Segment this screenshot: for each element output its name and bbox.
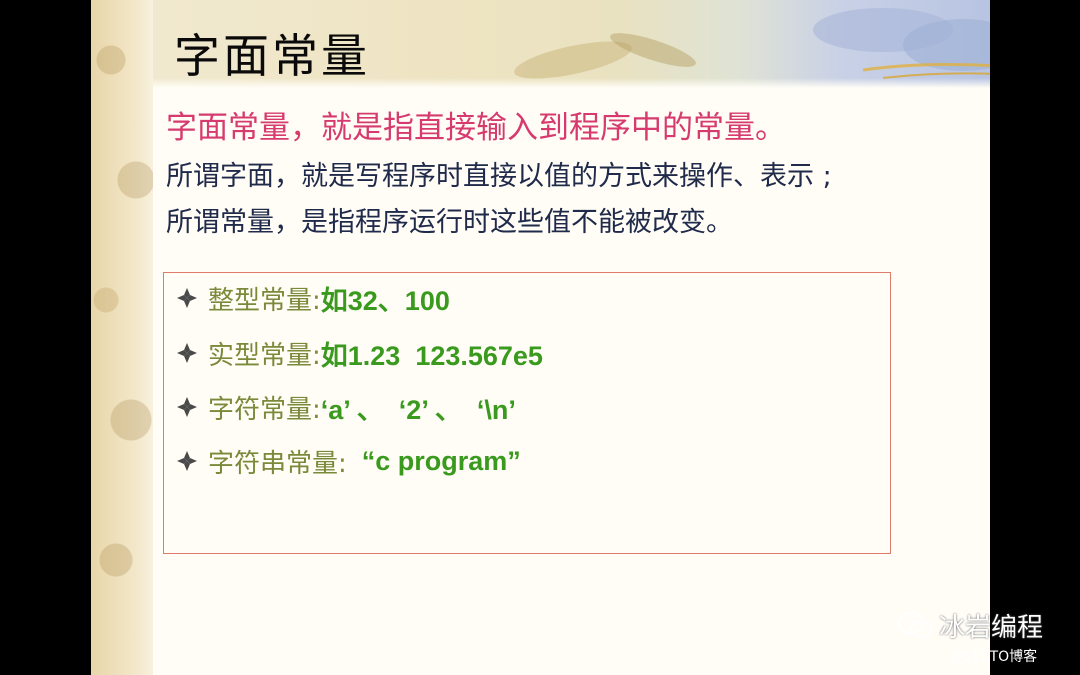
item-label: 字符串常量: xyxy=(208,448,347,479)
leaf-decoration-icon xyxy=(514,8,990,79)
watermark-credit: @51CTO博客 xyxy=(948,649,1038,665)
watermark-brand: 冰岩编程 xyxy=(939,613,1044,643)
diamond-bullet-icon xyxy=(177,397,197,417)
watermark: 冰岩编程 xyxy=(897,607,1043,644)
intro-line-literal: 所谓字面，就是写程序时直接以值的方式来操作、表示 ; xyxy=(166,161,832,192)
diamond-bullet-icon xyxy=(177,288,197,308)
intro-line-constant: 所谓常量，是指程序运行时这些值不能被改变。 xyxy=(166,207,733,238)
item-value: 如32、100 xyxy=(320,285,450,316)
slide-title: 字面常量 xyxy=(174,29,370,83)
list-item-real: 实型常量: 如1.23 123.567e5 xyxy=(176,333,543,373)
examples-box: 整型常量: 如32、100 实型常量: 如1.23 123.567e5 字符常量… xyxy=(163,272,891,554)
list-item-string: 字符串常量: “c program” xyxy=(176,441,521,481)
item-label: 字符常量: xyxy=(208,394,321,425)
list-item-integer: 整型常量: 如32、100 xyxy=(176,278,450,318)
wechat-icon xyxy=(898,611,932,638)
parchment-border xyxy=(91,0,153,675)
slide: 字面常量 字面常量，就是指直接输入到程序中的常量。 所谓字面，就是写程序时直接以… xyxy=(91,0,990,675)
item-value: ‘a’ 、 ‘2’ 、 ‘\n’ xyxy=(320,394,516,425)
item-label: 整型常量: xyxy=(208,285,321,316)
diamond-bullet-icon xyxy=(177,451,197,471)
intro-definition: 字面常量，就是指直接输入到程序中的常量。 xyxy=(166,110,786,146)
diamond-bullet-icon xyxy=(177,343,197,363)
item-value: 如1.23 123.567e5 xyxy=(320,340,543,371)
item-value: “c program” xyxy=(346,445,521,476)
item-label: 实型常量: xyxy=(208,340,321,371)
list-item-char: 字符常量: ‘a’ 、 ‘2’ 、 ‘\n’ xyxy=(176,387,516,427)
